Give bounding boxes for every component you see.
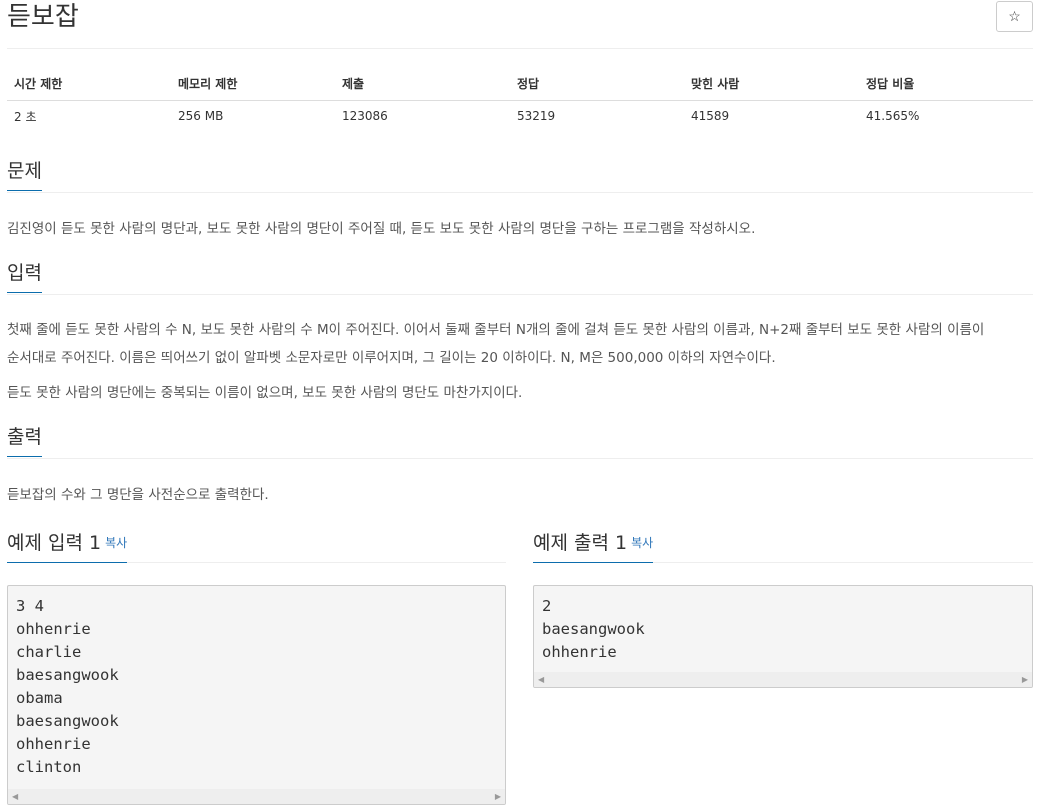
problem-description-text: 김진영이 듣도 못한 사람의 명단과, 보도 못한 사람의 명단이 주어질 때,… — [7, 221, 756, 237]
sample-output-title-group: 예제 출력 1 복사 — [533, 530, 654, 563]
copy-sample-input-button[interactable]: 복사 — [105, 536, 127, 550]
sample-input-line: clinton — [16, 758, 82, 776]
section-output-header: 출력 — [7, 425, 1033, 459]
value-accuracy: 41.565% — [866, 109, 920, 124]
sample-output-scrollbar[interactable]: ◀ ▶ — [534, 672, 1032, 687]
sample-input-line: obama — [16, 689, 63, 707]
problem-description: 김진영이 듣도 못한 사람의 명단과, 보도 못한 사람의 명단이 주어질 때,… — [7, 215, 1037, 243]
sample-input-line: baesangwook — [16, 666, 119, 684]
input-description-line-3: 듣도 못한 사람의 명단에는 중복되는 이름이 없으며, 보도 못한 사람의 명… — [7, 385, 523, 401]
value-submissions: 123086 — [342, 109, 388, 124]
table-header-row: 시간 제한 메모리 제한 제출 정답 맞힌 사람 정답 비율 — [7, 68, 1033, 101]
input-description-extra: 듣도 못한 사람의 명단에는 중복되는 이름이 없으며, 보도 못한 사람의 명… — [7, 379, 1037, 407]
value-solvers: 41589 — [691, 109, 730, 124]
problem-info-table: 시간 제한 메모리 제한 제출 정답 맞힌 사람 정답 비율 2 초 256 M… — [7, 68, 1033, 132]
section-problem-header: 문제 — [7, 159, 1033, 193]
scroll-left-arrow-icon[interactable]: ◀ — [538, 672, 544, 687]
sample-output-header: 예제 출력 1 복사 — [533, 530, 1033, 563]
sample-input-line: baesangwook — [16, 712, 119, 730]
sample-input-line: ohhenrie — [16, 735, 91, 753]
section-input-header: 입력 — [7, 261, 1033, 295]
sample-input-line: ohhenrie — [16, 620, 91, 638]
sample-input-line: 3 4 — [16, 597, 44, 615]
title-divider — [7, 48, 1033, 49]
sample-input-title: 예제 입력 1 — [7, 532, 102, 554]
sample-output-line: ohhenrie — [542, 643, 617, 661]
scroll-right-arrow-icon[interactable]: ▶ — [495, 789, 501, 804]
star-button[interactable]: ☆ — [996, 1, 1033, 32]
sample-input-header: 예제 입력 1 복사 — [7, 530, 506, 563]
input-description: 첫째 줄에 듣도 못한 사람의 수 N, 보도 못한 사람의 수 M이 주어진다… — [7, 316, 1037, 372]
copy-sample-output-button[interactable]: 복사 — [631, 536, 653, 550]
input-description-line-2: 순서대로 주어진다. 이름은 띄어쓰기 없이 알파벳 소문자로만 이루어지며, … — [7, 350, 776, 366]
sample-output-title: 예제 출력 1 — [533, 532, 628, 554]
value-time-limit: 2 초 — [14, 109, 37, 124]
star-icon: ☆ — [1008, 8, 1021, 24]
section-input-title: 입력 — [7, 261, 42, 293]
output-description: 듣보잡의 수와 그 명단을 사전순으로 출력한다. — [7, 481, 1037, 509]
table-row: 2 초 256 MB 123086 53219 41589 41.565% — [7, 100, 1033, 132]
value-memory-limit: 256 MB — [178, 109, 224, 124]
header-solvers: 맞힌 사람 — [684, 68, 859, 101]
sample-input-scrollbar[interactable]: ◀ ▶ — [8, 789, 505, 804]
sample-input-title-group: 예제 입력 1 복사 — [7, 530, 128, 563]
sample-output-line: baesangwook — [542, 620, 645, 638]
sample-input-code: 3 4 ohhenrie charlie baesangwook obama b… — [8, 586, 505, 779]
header-time-limit: 시간 제한 — [7, 68, 171, 101]
header-memory-limit: 메모리 제한 — [171, 68, 335, 101]
sample-input-line: charlie — [16, 643, 82, 661]
sample-output-line: 2 — [542, 597, 552, 615]
input-description-line-1: 첫째 줄에 듣도 못한 사람의 수 N, 보도 못한 사람의 수 M이 주어진다… — [7, 322, 985, 338]
sample-output-box[interactable]: 2 baesangwook ohhenrie ◀ ▶ — [533, 585, 1033, 688]
output-description-text: 듣보잡의 수와 그 명단을 사전순으로 출력한다. — [7, 487, 269, 503]
page-title: 듣보잡 — [7, 2, 79, 32]
scroll-left-arrow-icon[interactable]: ◀ — [12, 789, 18, 804]
section-problem-title: 문제 — [7, 159, 42, 191]
sample-output-code: 2 baesangwook ohhenrie — [534, 586, 1032, 664]
header-submissions: 제출 — [335, 68, 510, 101]
header-accuracy: 정답 비율 — [859, 68, 1033, 101]
section-output-title: 출력 — [7, 425, 42, 457]
header-accepted: 정답 — [510, 68, 684, 101]
value-accepted: 53219 — [517, 109, 556, 124]
scroll-right-arrow-icon[interactable]: ▶ — [1022, 672, 1028, 687]
sample-input-box[interactable]: 3 4 ohhenrie charlie baesangwook obama b… — [7, 585, 506, 805]
